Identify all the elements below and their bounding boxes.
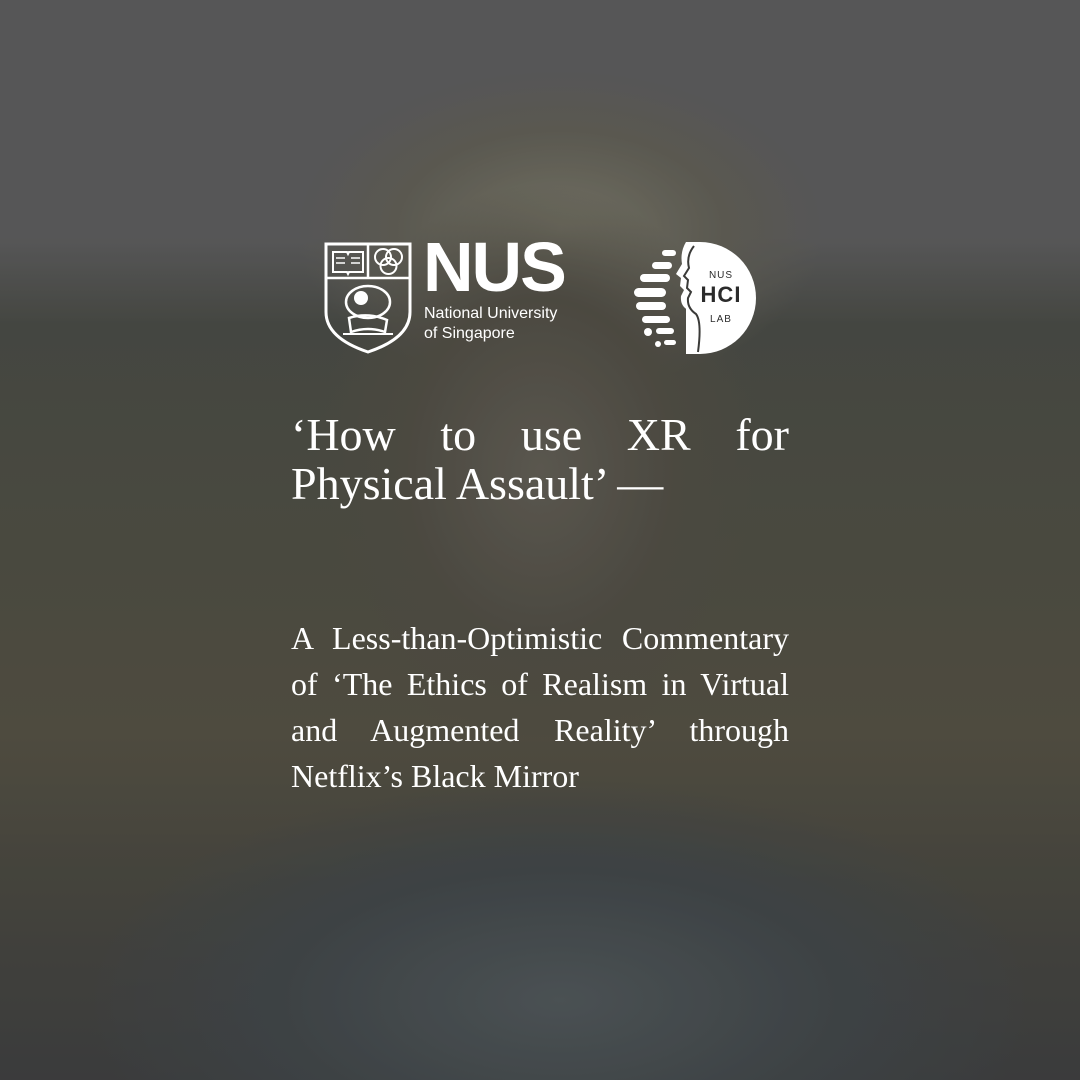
hci-lab-logo: NUS HCI LAB <box>634 240 758 356</box>
hci-logo-middle: HCI <box>700 282 742 307</box>
background-photo <box>0 0 1080 1080</box>
nus-name: National University of Singapore <box>424 304 594 344</box>
nus-wordmark: NUS <box>423 228 567 306</box>
nus-name-line1: National University <box>424 305 558 322</box>
headline: ‘How to use XR for Physical Assault’ — <box>291 409 789 509</box>
hci-logo-bottom: LAB <box>710 314 732 325</box>
nus-logo: NUS National University of Singapore <box>323 232 583 358</box>
nus-name-line2: of Singapore <box>424 325 515 342</box>
nus-crest-icon <box>324 242 412 354</box>
slide: NUS National University of Singapore NUS <box>0 0 1080 1080</box>
hci-logo-top: NUS <box>708 270 734 281</box>
subheadline: A Less-than-Optimistic Commentary of ‘Th… <box>291 620 789 794</box>
